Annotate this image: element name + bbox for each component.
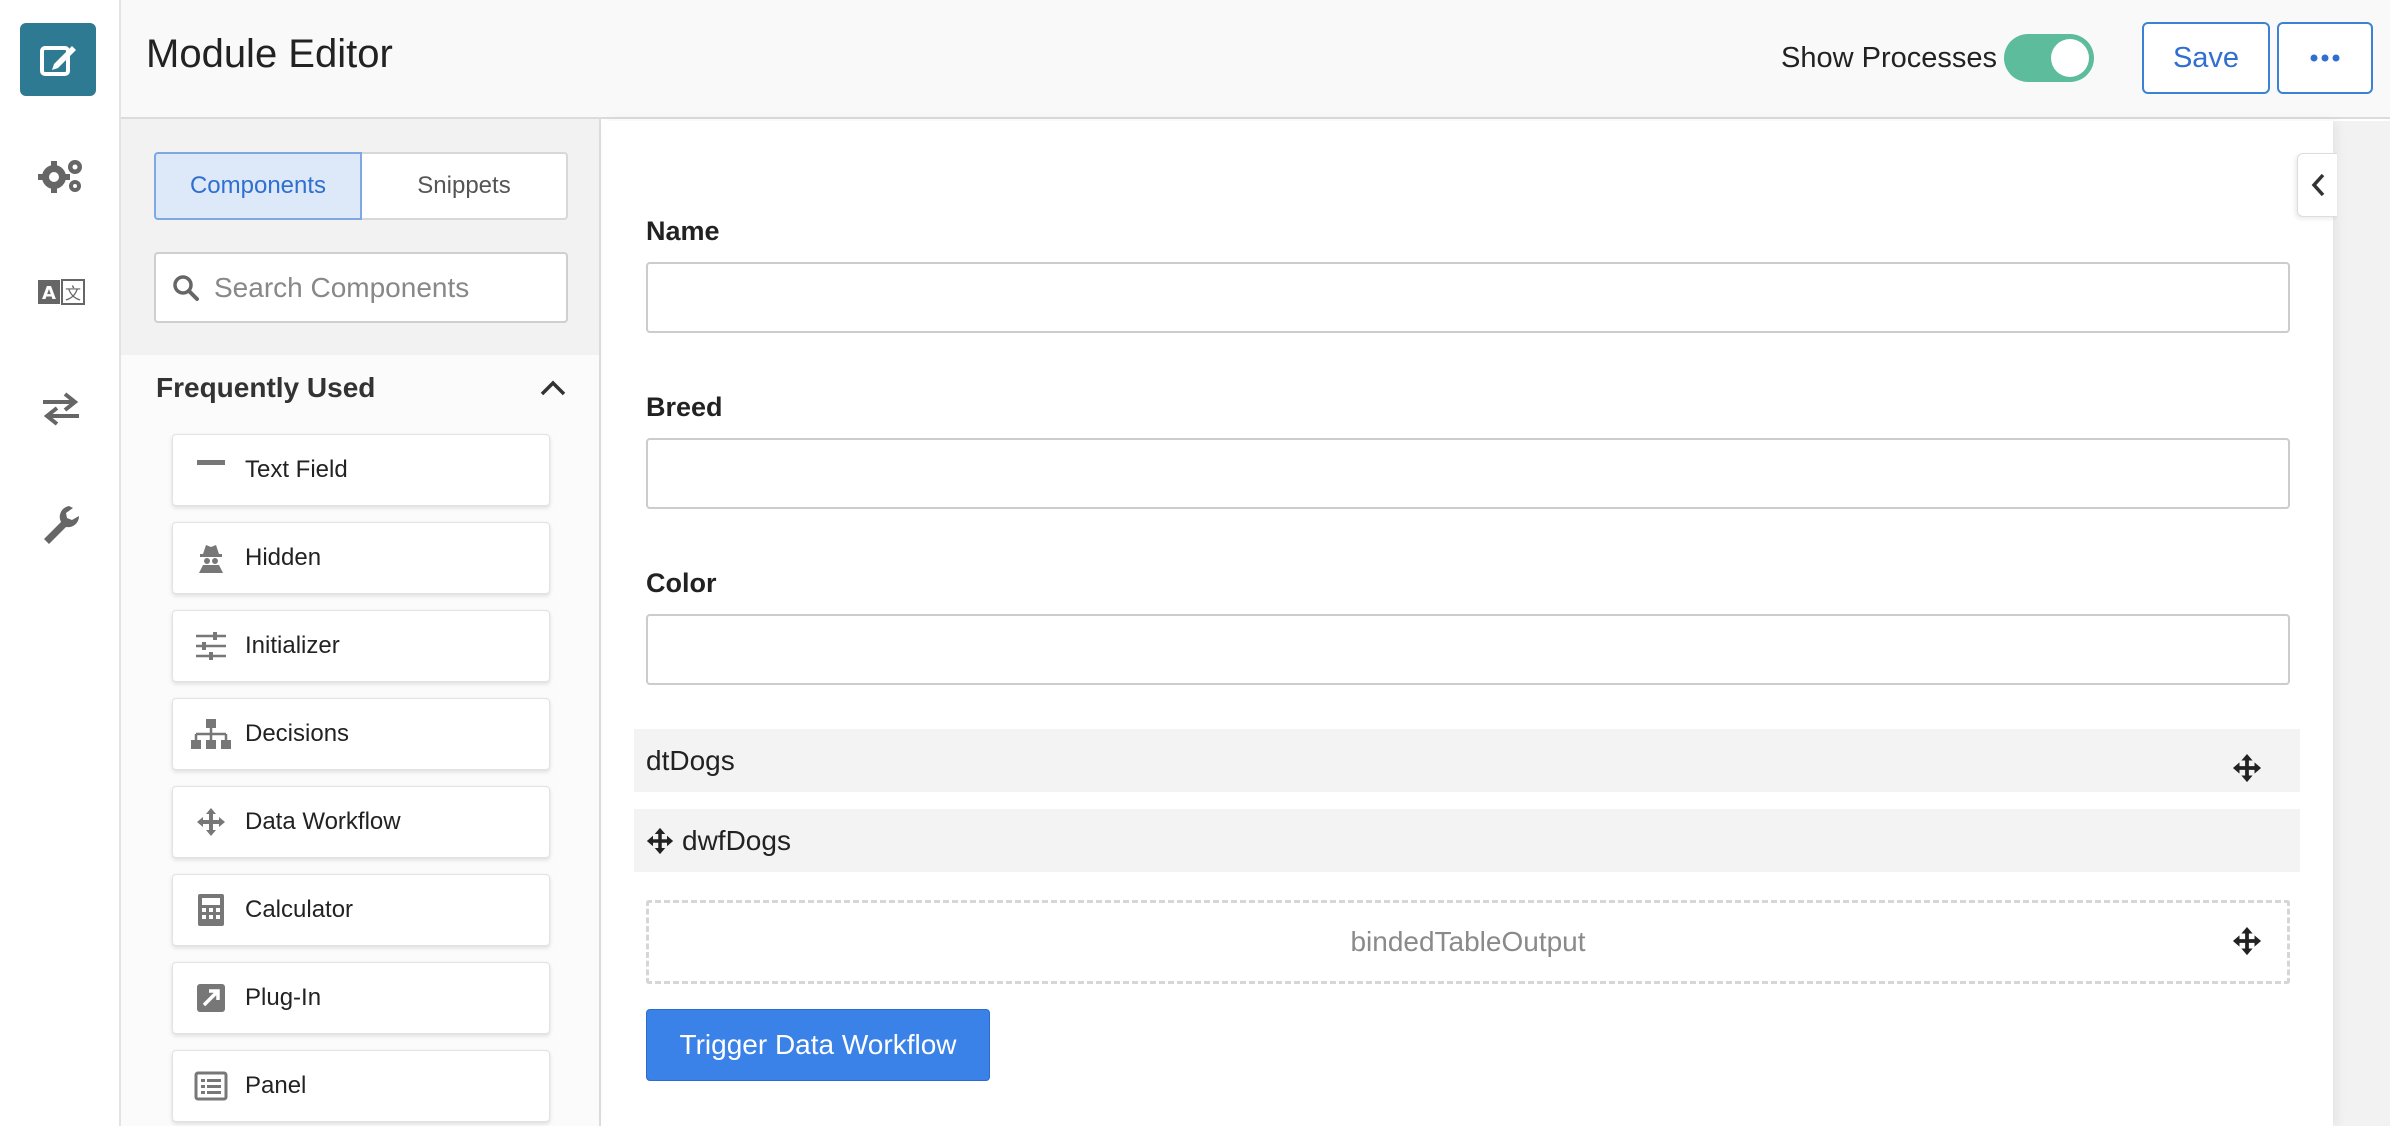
dwf-dogs-component[interactable]: dwfDogs [634,809,2300,872]
component-label: Decisions [245,720,350,747]
more-options-button[interactable] [2277,22,2373,94]
component-initializer[interactable]: Initializer [172,610,550,682]
component-label: Data Workflow [245,808,401,835]
top-header: Module Editor Show Processes Save [121,0,2390,119]
tab-components[interactable]: Components [154,152,362,220]
search-icon [173,274,199,301]
color-label: Color [646,568,717,598]
component-label: Text Field [245,456,348,483]
edit-icon [40,45,76,76]
component-decisions[interactable]: Decisions [172,698,550,770]
dt-dogs-label: dtDogs [646,744,735,776]
tools-rail-button[interactable] [0,480,121,570]
move-icon[interactable] [2232,926,2262,956]
translate-icon: A 文 [37,279,85,305]
dwf-dogs-label: dwfDogs [682,824,791,856]
name-input[interactable] [646,262,2290,333]
chevron-up-icon[interactable] [539,379,567,397]
exchange-rail-button[interactable] [0,364,121,454]
sitemap-icon [191,714,231,754]
breed-input[interactable] [646,438,2290,509]
trigger-data-workflow-button[interactable]: Trigger Data Workflow [646,1009,990,1081]
drop-zone-label: bindedTableOutput [1350,926,1586,957]
sliders-icon [191,626,231,666]
tab-snippets[interactable]: Snippets [362,152,568,220]
chevron-left-icon [2311,173,2324,197]
frequently-used-section: Frequently Used Text Field Hidden Initia… [121,355,599,1126]
show-processes-toggle[interactable] [2004,34,2094,82]
calculator-icon [191,890,231,930]
search-placeholder: Search Components [214,271,470,303]
component-panel: Components Snippets Search Components Fr… [121,119,601,1126]
name-label: Name [646,216,720,246]
component-label: Plug-In [245,984,322,1011]
wrench-icon [43,506,79,544]
external-link-square-icon [191,978,231,1018]
component-calculator[interactable]: Calculator [172,874,550,946]
panel-tabs: Components Snippets [154,152,568,220]
move-icon[interactable] [646,827,674,855]
arrows-icon [191,802,231,842]
list-alt-icon [191,1066,231,1106]
color-input[interactable] [646,614,2290,685]
section-title: Frequently Used [156,372,376,403]
breed-label: Breed [646,392,723,422]
collapse-panel-button[interactable] [2297,153,2337,217]
settings-rail-button[interactable] [0,130,121,220]
component-panel[interactable]: Panel [172,1050,550,1122]
component-text-field[interactable]: Text Field [172,434,550,506]
left-rail: A 文 [0,0,121,1126]
page-title: Module Editor [146,32,393,76]
ellipsis-icon [2310,54,2340,62]
edit-rail-button[interactable] [20,23,96,96]
translate-rail-button[interactable]: A 文 [0,247,121,337]
dt-dogs-component[interactable]: dtDogs [634,729,2300,792]
component-hidden[interactable]: Hidden [172,522,550,594]
show-processes-label: Show Processes [1781,42,1997,74]
component-label: Hidden [245,544,322,571]
component-label: Calculator [245,896,354,923]
search-components-input[interactable]: Search Components [154,252,568,323]
component-data-workflow[interactable]: Data Workflow [172,786,550,858]
component-label: Initializer [245,632,340,659]
svg-text:文: 文 [64,284,80,303]
exchange-icon [42,392,79,426]
svg-text:A: A [42,283,56,304]
save-button[interactable]: Save [2142,22,2270,94]
component-plug-in[interactable]: Plug-In [172,962,550,1034]
move-icon[interactable] [2232,753,2262,783]
minus-icon [191,450,231,490]
component-label: Panel [245,1072,307,1099]
binded-table-output-dropzone[interactable]: bindedTableOutput [646,900,2290,984]
toggle-knob [2051,39,2089,77]
user-secret-icon [191,538,231,578]
gears-icon [37,160,82,193]
